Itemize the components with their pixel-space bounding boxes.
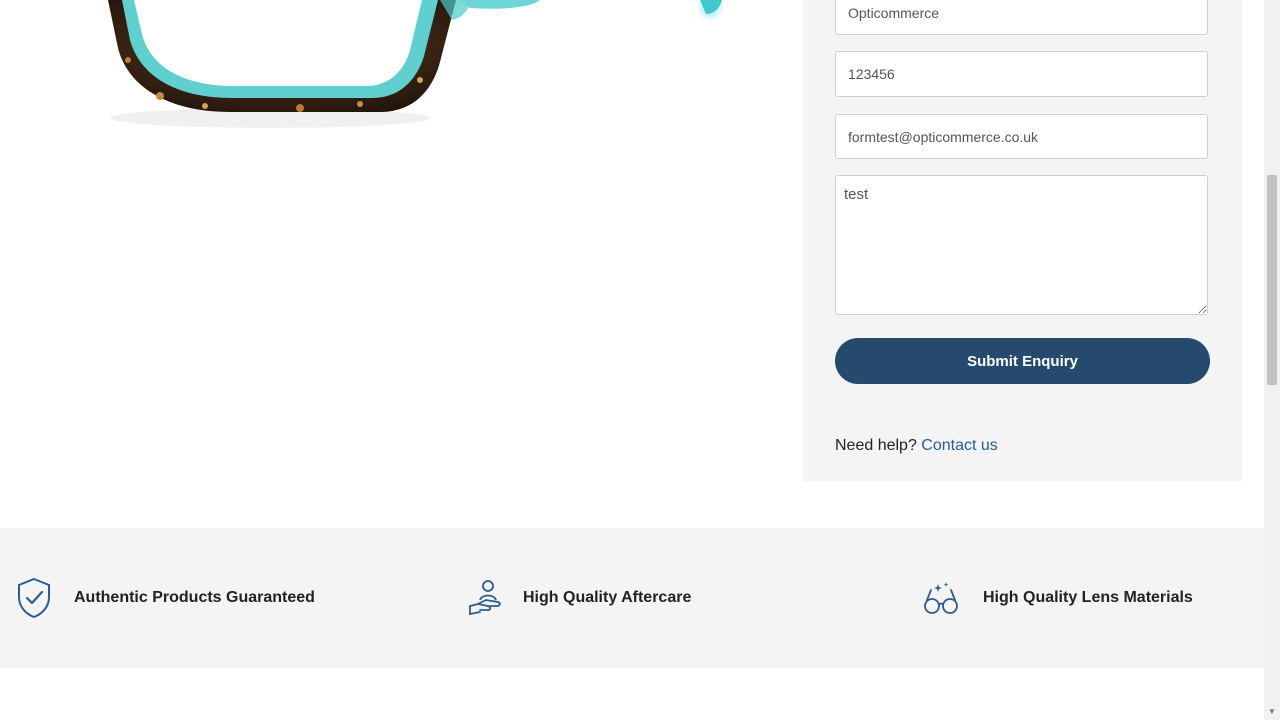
help-text: Need help? — [835, 437, 917, 454]
enquiry-form: test Submit Enquiry Need help? Contact u… — [803, 0, 1242, 481]
email-field[interactable] — [835, 114, 1208, 159]
feature-label: Authentic Products Guaranteed — [74, 589, 315, 606]
hand-care-icon — [466, 576, 506, 620]
scrollbar-thumb[interactable] — [1267, 175, 1277, 385]
glasses-sparkle-icon — [921, 576, 961, 620]
company-field[interactable] — [835, 0, 1208, 35]
feature-lens: High Quality Lens Materials — [921, 576, 1193, 620]
shield-check-icon — [14, 576, 54, 620]
feature-aftercare: High Quality Aftercare — [466, 576, 691, 620]
glasses-frame-image — [108, 0, 724, 128]
features-strip: Authentic Products Guaranteed High Quali… — [0, 528, 1264, 668]
feature-label: High Quality Aftercare — [523, 589, 692, 606]
feature-authentic: Authentic Products Guaranteed — [14, 576, 315, 620]
scroll-down-arrow-icon[interactable]: ▼ — [1267, 707, 1277, 717]
contact-us-link[interactable]: Contact us — [921, 437, 997, 454]
message-textarea[interactable]: test — [835, 175, 1208, 315]
submit-enquiry-button[interactable]: Submit Enquiry — [835, 338, 1210, 384]
help-line: Need help? Contact us — [835, 437, 998, 455]
phone-field[interactable] — [835, 51, 1208, 97]
product-image — [0, 0, 803, 480]
page-scrollbar[interactable]: ▼ — [1264, 0, 1280, 720]
feature-label: High Quality Lens Materials — [983, 589, 1193, 606]
